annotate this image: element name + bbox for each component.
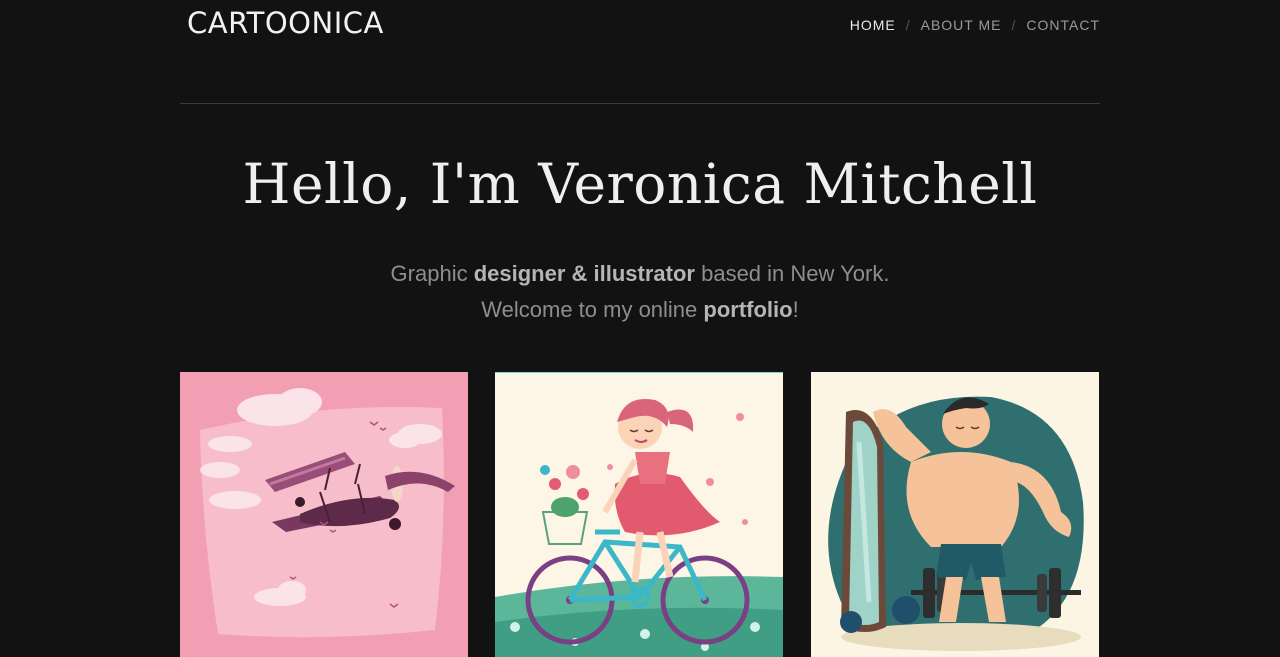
hero-text-bold: designer & illustrator bbox=[473, 261, 695, 286]
hero-title: Hello, I'm Veronica Mitchell bbox=[242, 152, 1038, 216]
nav-item-about[interactable]: ABOUT ME bbox=[921, 17, 1002, 33]
site-header: CARTOONICA HOME / ABOUT ME / CONTACT bbox=[180, 0, 1100, 104]
airplane-illustration bbox=[180, 372, 468, 657]
portfolio-card-bicycle[interactable] bbox=[495, 372, 783, 657]
hero-text: Welcome to my online bbox=[481, 297, 704, 322]
hero-text: based in New York. bbox=[694, 261, 890, 286]
hero-text-bold: portfolio bbox=[703, 297, 793, 322]
site-logo[interactable]: CARTOONICA bbox=[187, 6, 384, 40]
hero-text: ! bbox=[792, 297, 799, 322]
nav-item-home[interactable]: HOME bbox=[850, 17, 896, 33]
hero-text: Graphic bbox=[390, 261, 474, 286]
main-nav: HOME / ABOUT ME / CONTACT bbox=[850, 17, 1100, 33]
nav-item-contact[interactable]: CONTACT bbox=[1026, 17, 1100, 33]
nav-separator: / bbox=[905, 17, 911, 33]
bodybuilder-illustration bbox=[811, 372, 1099, 657]
portfolio-card-bodybuilder[interactable] bbox=[811, 372, 1099, 657]
bicycle-illustration bbox=[495, 372, 783, 657]
hero-subtitle-line-1: Graphic designer & illustrator based in … bbox=[0, 256, 1280, 292]
portfolio-card-airplane[interactable] bbox=[180, 372, 468, 657]
hero-subtitle: Graphic designer & illustrator based in … bbox=[0, 256, 1280, 328]
hero-subtitle-line-2: Welcome to my online portfolio! bbox=[0, 292, 1280, 328]
nav-separator: / bbox=[1011, 17, 1017, 33]
